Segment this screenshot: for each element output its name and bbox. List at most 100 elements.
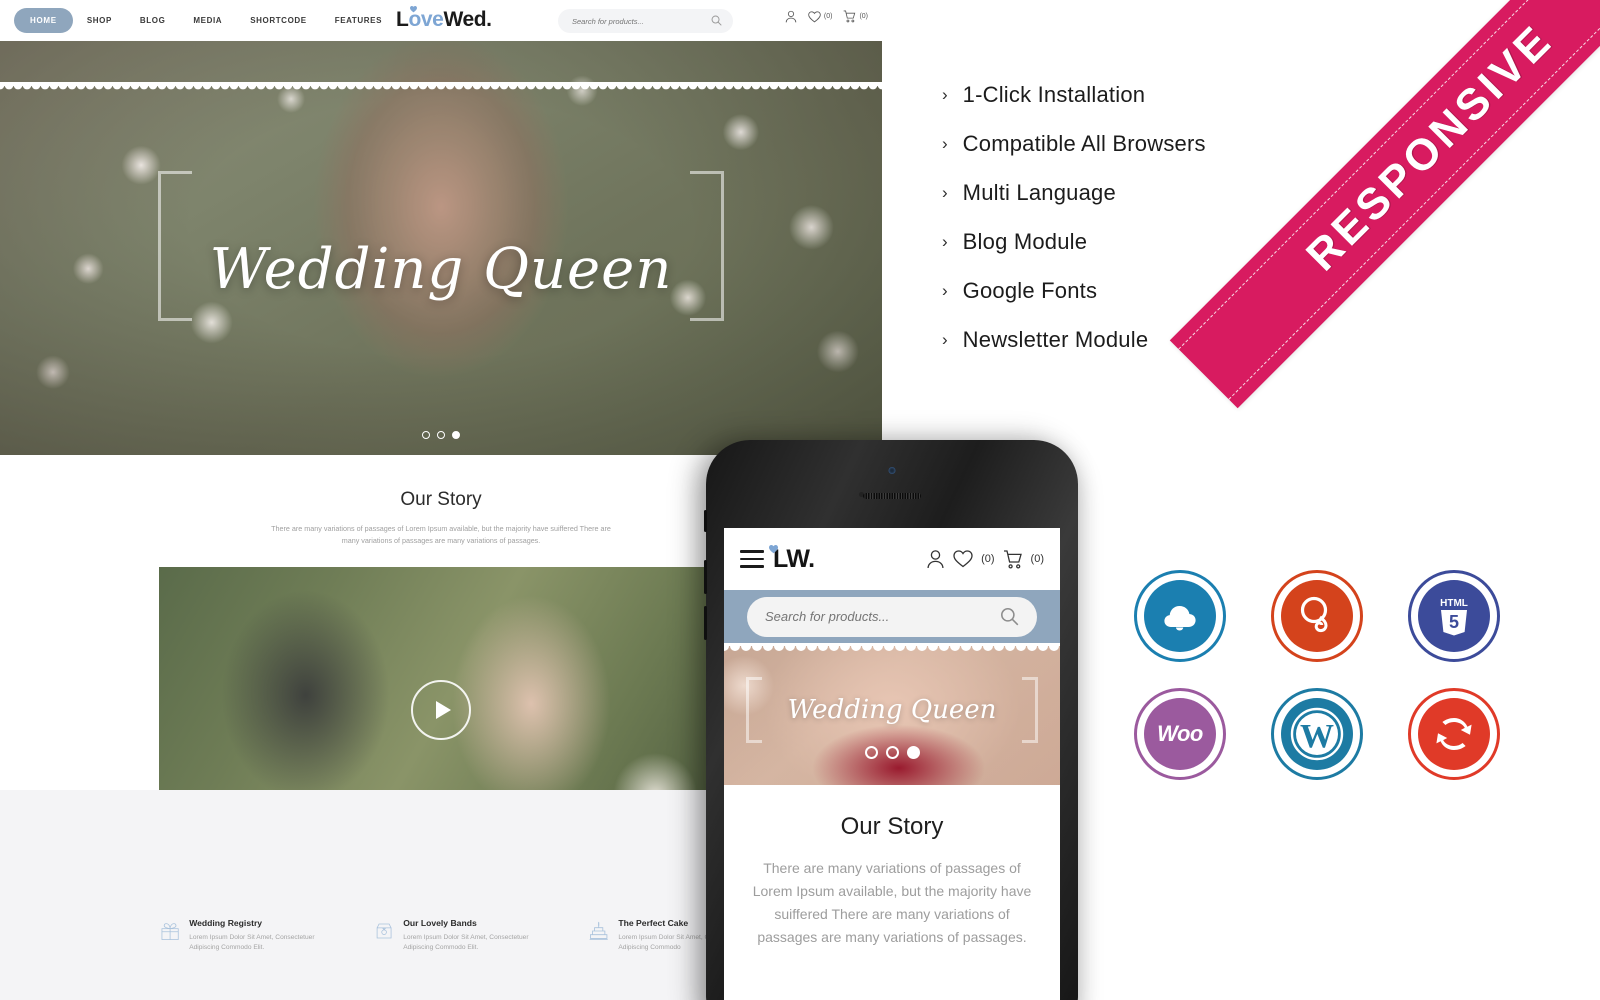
feature-bullet-label: Blog Module (962, 228, 1088, 254)
chevron-right-icon: › (942, 85, 948, 104)
bootstrap-badge (1134, 570, 1226, 662)
phone-search-input[interactable] (765, 609, 1000, 624)
phone-story-paragraph: There are many variations of passages of… (752, 860, 1032, 945)
phone-search-box[interactable] (747, 596, 1037, 637)
phone-hero-slider[interactable]: Wedding Queen (724, 643, 1060, 785)
hamburger-menu-icon[interactable] (740, 545, 764, 573)
phone-camera (888, 467, 896, 474)
nav-item-home[interactable]: HOME (14, 8, 73, 33)
feature-desc: Lorem Ipsum Dolor Sit Amet, Consectetuer… (189, 934, 315, 951)
chevron-right-icon: › (942, 281, 948, 300)
site-logo[interactable]: LoveWed. (396, 6, 492, 32)
feature-title: Wedding Registry (189, 918, 263, 928)
feature-bullet-label: Compatible All Browsers (962, 130, 1206, 156)
badge-ring (1271, 688, 1363, 780)
woocommerce-badge: Woo (1134, 688, 1226, 780)
sync-badge (1408, 688, 1500, 780)
logo-text-wed: Wed. (443, 8, 492, 31)
wedding-cake-icon (589, 921, 608, 941)
feature-desc: Lorem Ipsum Dolor Sit Amet, Consectetuer… (403, 934, 529, 951)
search-input[interactable] (558, 16, 698, 26)
phone-cart-count: (0) (1030, 553, 1044, 565)
phone-slider-dots[interactable] (724, 746, 1060, 759)
wishlist-icon[interactable] (953, 550, 973, 568)
search-icon[interactable] (1000, 607, 1019, 626)
nav-item-shop[interactable]: SHOP (73, 15, 126, 26)
phone-search-band (724, 590, 1060, 643)
heart-dot-icon (410, 6, 417, 13)
badge-ring (1408, 570, 1500, 662)
feature-bullet-label: Multi Language (962, 179, 1116, 205)
hero-dot-2[interactable] (437, 431, 445, 439)
feature-bullet-label: 1-Click Installation (962, 81, 1146, 107)
feature-bullet-label: Google Fonts (962, 277, 1098, 303)
wishlist-icon[interactable]: (0) (808, 10, 833, 23)
play-button[interactable] (411, 679, 471, 740)
hero-slider-dots[interactable] (0, 431, 882, 439)
hero-title: Wedding Queen (209, 237, 673, 302)
phone-header-icons: (0) (0) (926, 549, 1044, 569)
phone-lace-border (724, 643, 1060, 651)
ring-box-icon (376, 923, 392, 939)
header-icon-group: (0) (0) (785, 10, 868, 23)
preview-canvas: HOME SHOP BLOG MEDIA SHORTCODE FEATURES … (0, 0, 1600, 1000)
phone-our-story: Our Story There are many variations of p… (724, 785, 1060, 949)
badge-ring (1271, 570, 1363, 662)
lace-border-decoration (0, 82, 882, 90)
feature-item-wedding-registry: Wedding Registry Lorem Ipsum Dolor Sit A… (160, 918, 346, 953)
phone-hero-title: Wedding Queen (787, 695, 997, 725)
phone-wishlist-count: (0) (981, 553, 995, 565)
search-box[interactable] (558, 9, 733, 33)
phone-volume-down-button[interactable] (704, 606, 707, 640)
phone-mockup: LW. (0) (0) Wed (704, 440, 1078, 1000)
technology-badge-grid: HTML 5 Woo W (1134, 570, 1534, 806)
phone-logo[interactable]: LW. (769, 544, 815, 574)
html5-badge: HTML 5 (1408, 570, 1500, 662)
hero-dot-1[interactable] (422, 431, 430, 439)
wordpress-badge: W (1271, 688, 1363, 780)
phone-volume-up-button[interactable] (704, 560, 707, 594)
site-header: HOME SHOP BLOG MEDIA SHORTCODE FEATURES … (0, 0, 882, 41)
nav-item-media[interactable]: MEDIA (179, 15, 236, 26)
phone-mute-switch[interactable] (704, 510, 707, 532)
main-navigation[interactable]: HOME SHOP BLOG MEDIA SHORTCODE FEATURES (0, 8, 396, 33)
chevron-right-icon: › (942, 183, 948, 202)
chevron-right-icon: › (942, 134, 948, 153)
badge-ring (1408, 688, 1500, 780)
feature-bullet-item: › Compatible All Browsers (942, 119, 1372, 168)
cart-icon[interactable]: (0) (843, 10, 868, 23)
phone-speaker (863, 493, 921, 499)
logo-text-l: L (396, 8, 409, 31)
phone-dot-1[interactable] (864, 746, 878, 759)
jquery-badge (1271, 570, 1363, 662)
phone-screen: LW. (0) (0) Wed (724, 528, 1060, 1000)
phone-dot-2[interactable] (885, 746, 899, 759)
nav-item-shortcode[interactable]: SHORTCODE (236, 15, 321, 26)
play-triangle-icon (436, 700, 451, 719)
account-icon[interactable] (785, 10, 797, 23)
cart-icon[interactable] (1003, 549, 1023, 569)
search-icon[interactable] (711, 15, 722, 26)
feature-bullet-label: Newsletter Module (962, 326, 1149, 352)
chevron-right-icon: › (942, 330, 948, 349)
gift-box-icon (161, 923, 179, 940)
nav-item-features[interactable]: FEATURES (321, 15, 396, 26)
wishlist-count: (0) (823, 13, 833, 20)
hero-slider[interactable]: Wedding Queen (0, 41, 882, 455)
badge-ring (1134, 688, 1226, 780)
account-icon[interactable] (926, 549, 945, 569)
hero-dot-3[interactable] (452, 431, 460, 439)
feature-item-lovely-bands: Our Lovely Bands Lorem Ipsum Dolor Sit A… (374, 918, 560, 953)
cart-count: (0) (859, 13, 868, 20)
heart-dot-icon (769, 544, 778, 553)
feature-bullet-item: › 1-Click Installation (942, 70, 1372, 119)
phone-dot-3[interactable] (906, 746, 920, 759)
feature-title: Our Lovely Bands (403, 918, 477, 928)
phone-story-heading: Our Story (840, 813, 944, 840)
phone-header: LW. (0) (0) (724, 528, 1060, 590)
badge-ring (1134, 570, 1226, 662)
nav-item-blog[interactable]: BLOG (126, 15, 180, 26)
our-story-paragraph: There are many variations of passages of… (271, 524, 611, 545)
chevron-right-icon: › (942, 232, 948, 251)
phone-logo-text: LW. (773, 544, 815, 573)
